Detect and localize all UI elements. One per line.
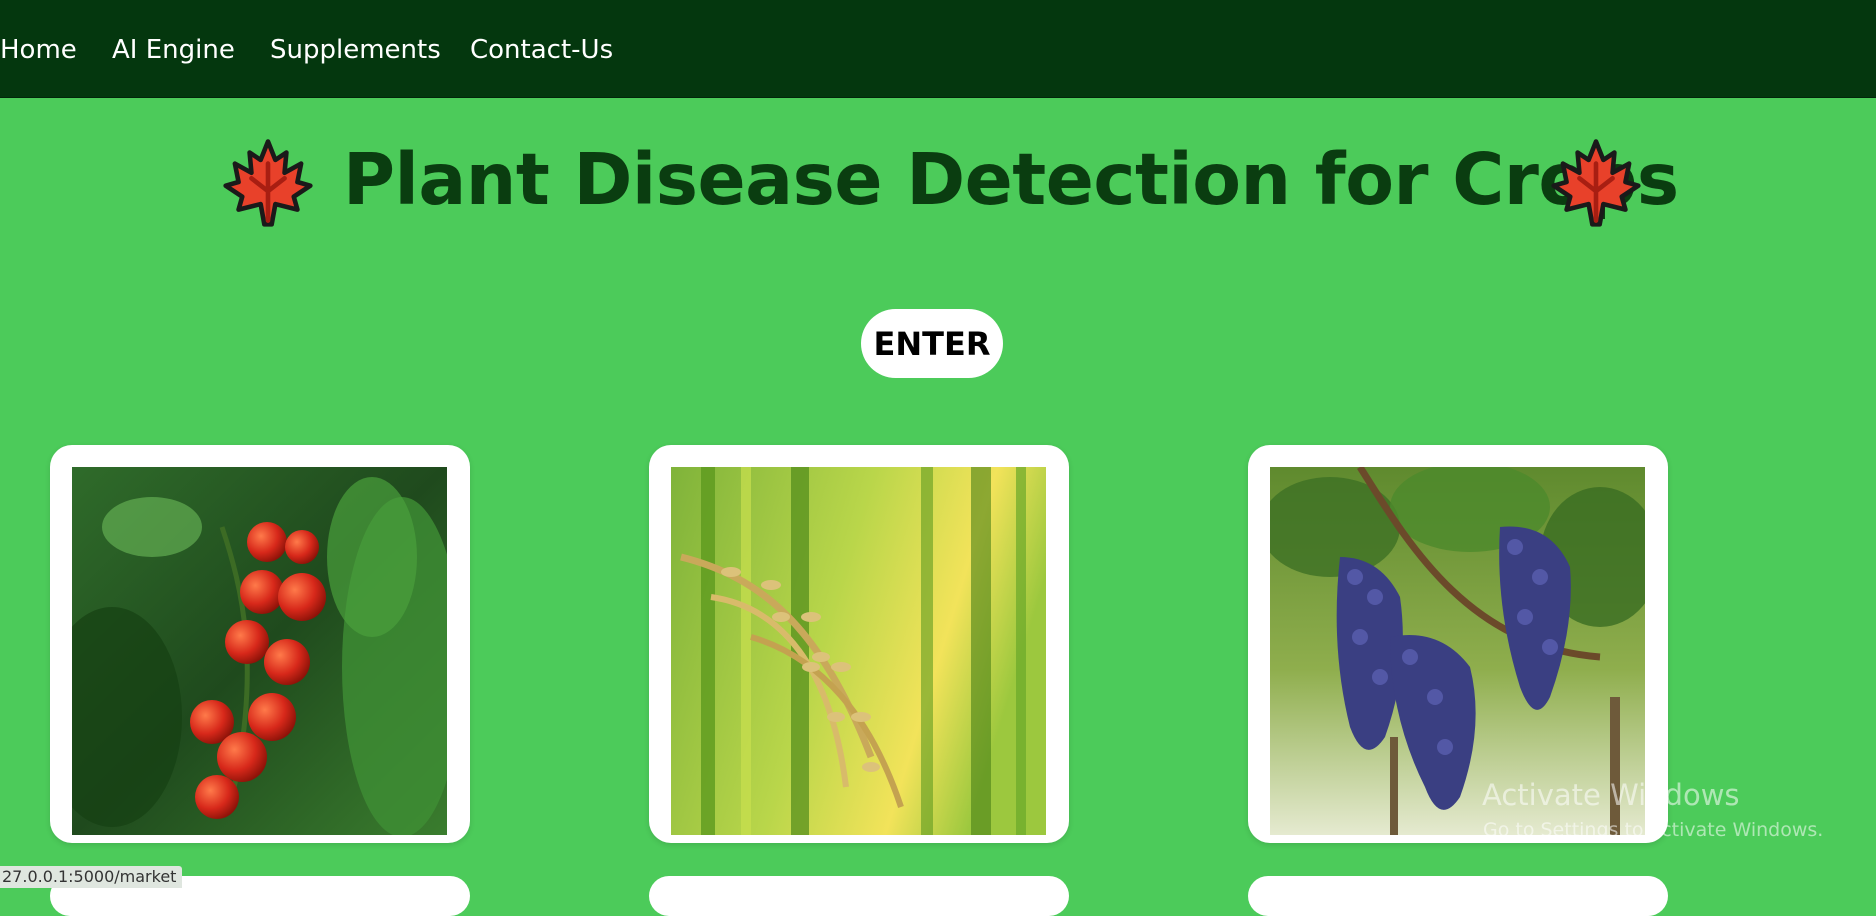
crop-card-row2-2[interactable] xyxy=(649,876,1069,916)
nav-home-link[interactable]: Home xyxy=(0,30,77,70)
maple-leaf-icon xyxy=(223,139,313,227)
tomato-image xyxy=(72,467,447,835)
page-title: Plant Disease Detection for Crops xyxy=(343,138,1679,221)
nav-contact-us-link[interactable]: Contact-Us xyxy=(470,30,613,70)
crop-card-row2-3[interactable] xyxy=(1248,876,1668,916)
status-url: 27.0.0.1:5000/market xyxy=(0,866,183,888)
nav-ai-engine-link[interactable]: AI Engine xyxy=(112,30,235,70)
crop-card-tomato[interactable] xyxy=(50,445,470,843)
top-navbar: Home AI Engine Supplements Contact-Us xyxy=(0,0,1876,98)
maple-leaf-icon xyxy=(1551,139,1641,227)
windows-watermark-subtitle: Go to Settings to activate Windows. xyxy=(1483,819,1824,841)
nav-supplements-link[interactable]: Supplements xyxy=(270,30,441,70)
crop-card-rice[interactable] xyxy=(649,445,1069,843)
windows-watermark-title: Activate Windows xyxy=(1482,778,1740,812)
rice-image xyxy=(671,467,1046,835)
page-header: Plant Disease Detection for Crops xyxy=(0,130,1876,230)
enter-button[interactable]: ENTER xyxy=(861,309,1003,378)
